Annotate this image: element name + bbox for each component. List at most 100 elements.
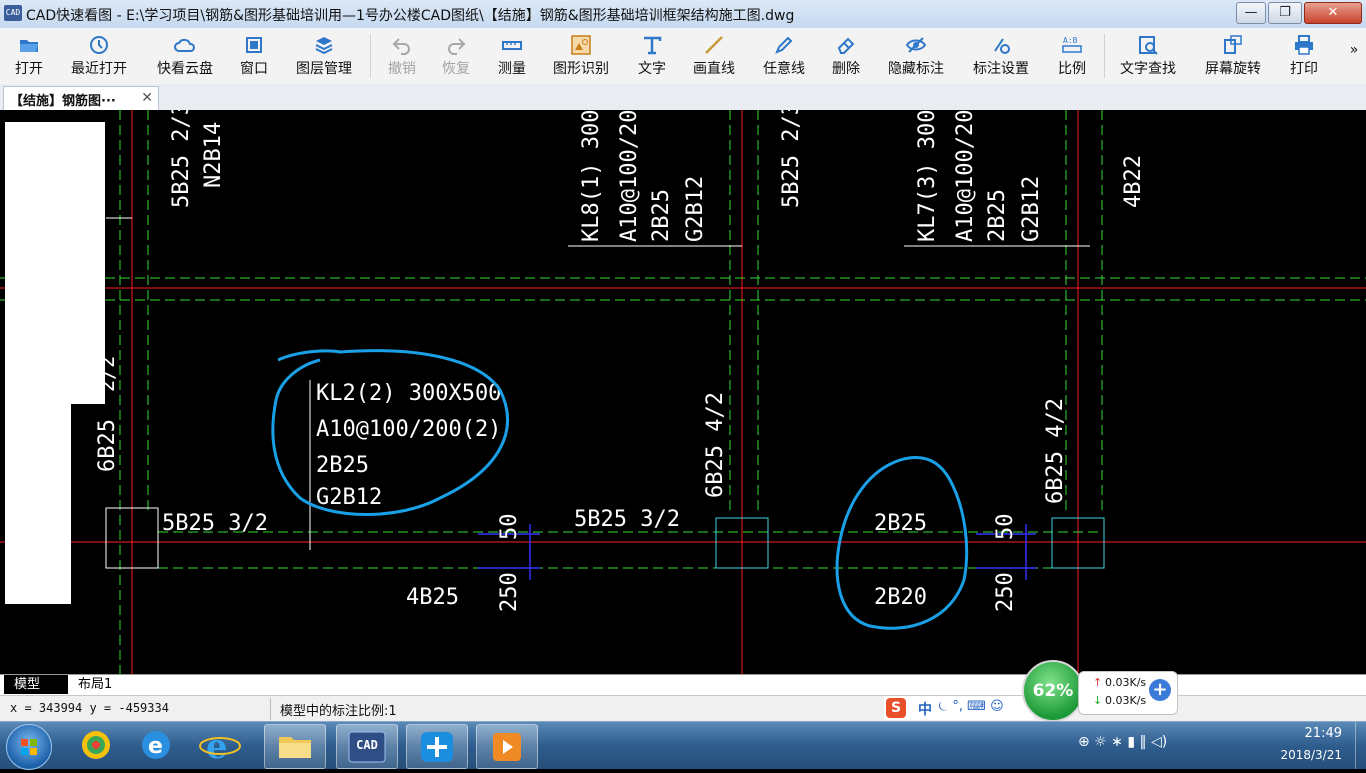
scale-label: 比例: [1058, 61, 1086, 77]
dim-value: 50: [497, 514, 522, 541]
cloud-disk-button[interactable]: 快看云盘: [150, 32, 220, 82]
measure-button[interactable]: 测量: [490, 32, 534, 82]
taskbar-internet-explorer[interactable]: e: [190, 724, 250, 767]
beam-label: G2B12: [316, 485, 382, 510]
beam-label: A10@100/200: [953, 110, 978, 242]
minimize-button[interactable]: —: [1236, 2, 1266, 24]
beam-label: 2B25: [316, 453, 369, 478]
windows-start-button[interactable]: [6, 724, 52, 770]
measure-label: 测量: [498, 61, 526, 77]
scale-button[interactable]: A:B 比例: [1050, 32, 1094, 82]
status-divider: [270, 698, 271, 720]
print-button[interactable]: 打印: [1282, 32, 1326, 82]
ime-mode-chinese[interactable]: 中: [918, 699, 932, 719]
layer-manager-button[interactable]: 图层管理: [288, 32, 360, 82]
title-bar: CAD CAD快速看图 - E:\学习项目\钢筋&图形基础培训用—1号办公楼CA…: [0, 0, 1366, 29]
dim-text: 5B25 3/2: [162, 511, 268, 536]
cad-app-logo-icon: CAD: [4, 5, 22, 21]
browser-e-icon: e: [142, 731, 170, 759]
layout-tab-model[interactable]: 模型: [4, 675, 68, 694]
beam-label: 2B25: [985, 189, 1010, 242]
undo-icon: [392, 38, 410, 55]
white-mask-block: [5, 400, 71, 604]
show-desktop-button[interactable]: [1355, 722, 1366, 769]
ime-options[interactable]: ⏾ °, ⌨ ☺: [938, 699, 1004, 714]
document-tab-label: 【结施】钢筋图···: [10, 94, 116, 109]
dim-text: 5B25 2/3: [779, 110, 804, 208]
cloud-disk-label: 快看云盘: [157, 61, 213, 77]
cloud-icon: [174, 38, 195, 52]
cad-drawing: 5B25 2/3 N2B14 KL8(1) 300X6 A10@100/200 …: [0, 110, 1366, 674]
redo-button[interactable]: 恢复: [434, 32, 478, 82]
toolbar-separator: [370, 34, 371, 78]
shape-recognize-label: 图形识别: [553, 61, 609, 77]
dim-text: 4B22: [1121, 155, 1146, 208]
print-label: 打印: [1290, 61, 1318, 77]
drawing-canvas[interactable]: 5B25 2/3 N2B14 KL8(1) 300X6 A10@100/200 …: [0, 110, 1366, 674]
beam-label: G2B12: [1019, 176, 1044, 242]
sogou-ime-icon[interactable]: S: [886, 698, 906, 718]
beam-label: G2B12: [683, 176, 708, 242]
toolbar-separator-2: [1104, 34, 1105, 78]
clock-time[interactable]: 21:49: [1305, 726, 1342, 741]
white-mask-block: [5, 122, 105, 404]
memory-usage-badge[interactable]: 62%: [1022, 660, 1084, 722]
draw-line-button[interactable]: 画直线: [686, 32, 742, 82]
close-button[interactable]: ✕: [1304, 2, 1362, 24]
taskbar-browser-e[interactable]: e: [126, 724, 186, 767]
freehand-line-label: 任意线: [763, 61, 805, 77]
dim-text: 2B25: [874, 511, 927, 536]
dim-text: 6B25 4/2: [703, 392, 728, 498]
system-tray-icons[interactable]: ⊕ ☼ ∗ ▮ ‖ ◁): [1078, 734, 1167, 750]
taskbar-cad-viewer[interactable]: CAD: [336, 724, 398, 769]
hide-annotation-button[interactable]: 隐藏标注: [882, 32, 950, 82]
svg-text:e: e: [148, 734, 163, 759]
annotation-settings-button[interactable]: 标注设置: [966, 32, 1036, 82]
layout-tab-layout1[interactable]: 布局1: [68, 675, 122, 694]
dim-text: 2/2: [95, 356, 119, 392]
dim-text: 5B25 2/3: [169, 110, 194, 208]
taskbar-unknown-app[interactable]: [406, 724, 468, 769]
recent-open-button[interactable]: 最近打开: [64, 32, 134, 82]
history-icon: [90, 36, 108, 54]
document-tab[interactable]: 【结施】钢筋图··· ✕: [3, 86, 159, 111]
download-speed: 0.03K/s: [1105, 694, 1147, 707]
pen-icon: [775, 36, 793, 54]
dim-value: 250: [993, 572, 1018, 612]
taskbar-media-player[interactable]: [476, 724, 538, 769]
window-icon: [246, 37, 262, 53]
text-search-icon: [1139, 36, 1158, 55]
close-icon[interactable]: ✕: [141, 90, 153, 106]
taskbar-360-safe[interactable]: [66, 724, 126, 767]
ime-toolbar[interactable]: S 中 ⏾ °, ⌨ ☺: [884, 696, 1034, 720]
document-tab-bar: 【结施】钢筋图··· ✕: [0, 84, 1366, 111]
beam-label: 2B25: [649, 189, 674, 242]
layers-icon: [315, 37, 333, 55]
undo-button[interactable]: 撤销: [380, 32, 424, 82]
screen-rotate-label: 屏幕旋转: [1205, 61, 1261, 77]
screen-rotate-button[interactable]: 屏幕旋转: [1198, 32, 1268, 82]
svg-text:e: e: [206, 727, 228, 767]
clock-date[interactable]: 2018/3/21: [1280, 748, 1342, 762]
printer-icon: [1295, 35, 1313, 55]
text-search-button[interactable]: 文字查找: [1114, 32, 1182, 82]
text-button[interactable]: 文字: [630, 32, 674, 82]
scale-icon: A:B: [1062, 36, 1082, 53]
shape-recognize-button[interactable]: 图形识别: [546, 32, 616, 82]
dimension-lines: [478, 524, 1036, 580]
freehand-line-button[interactable]: 任意线: [756, 32, 812, 82]
dim-text: N2B14: [201, 122, 226, 188]
dim-text: 6B25: [95, 419, 120, 472]
text-label: 文字: [638, 61, 666, 77]
window-button[interactable]: 窗口: [232, 32, 276, 82]
accelerate-plus-button[interactable]: +: [1149, 679, 1171, 701]
restore-button[interactable]: ❐: [1268, 2, 1302, 24]
folder-icon: [279, 737, 311, 758]
delete-button[interactable]: 删除: [824, 32, 868, 82]
beam-label: A10@100/200(2): [316, 417, 501, 442]
360-icon: [82, 731, 110, 759]
taskbar-file-explorer[interactable]: [264, 724, 326, 769]
download-arrow-icon: ↓: [1093, 694, 1103, 707]
dim-text: 4B25: [406, 585, 459, 610]
open-button[interactable]: 打开: [4, 32, 54, 82]
